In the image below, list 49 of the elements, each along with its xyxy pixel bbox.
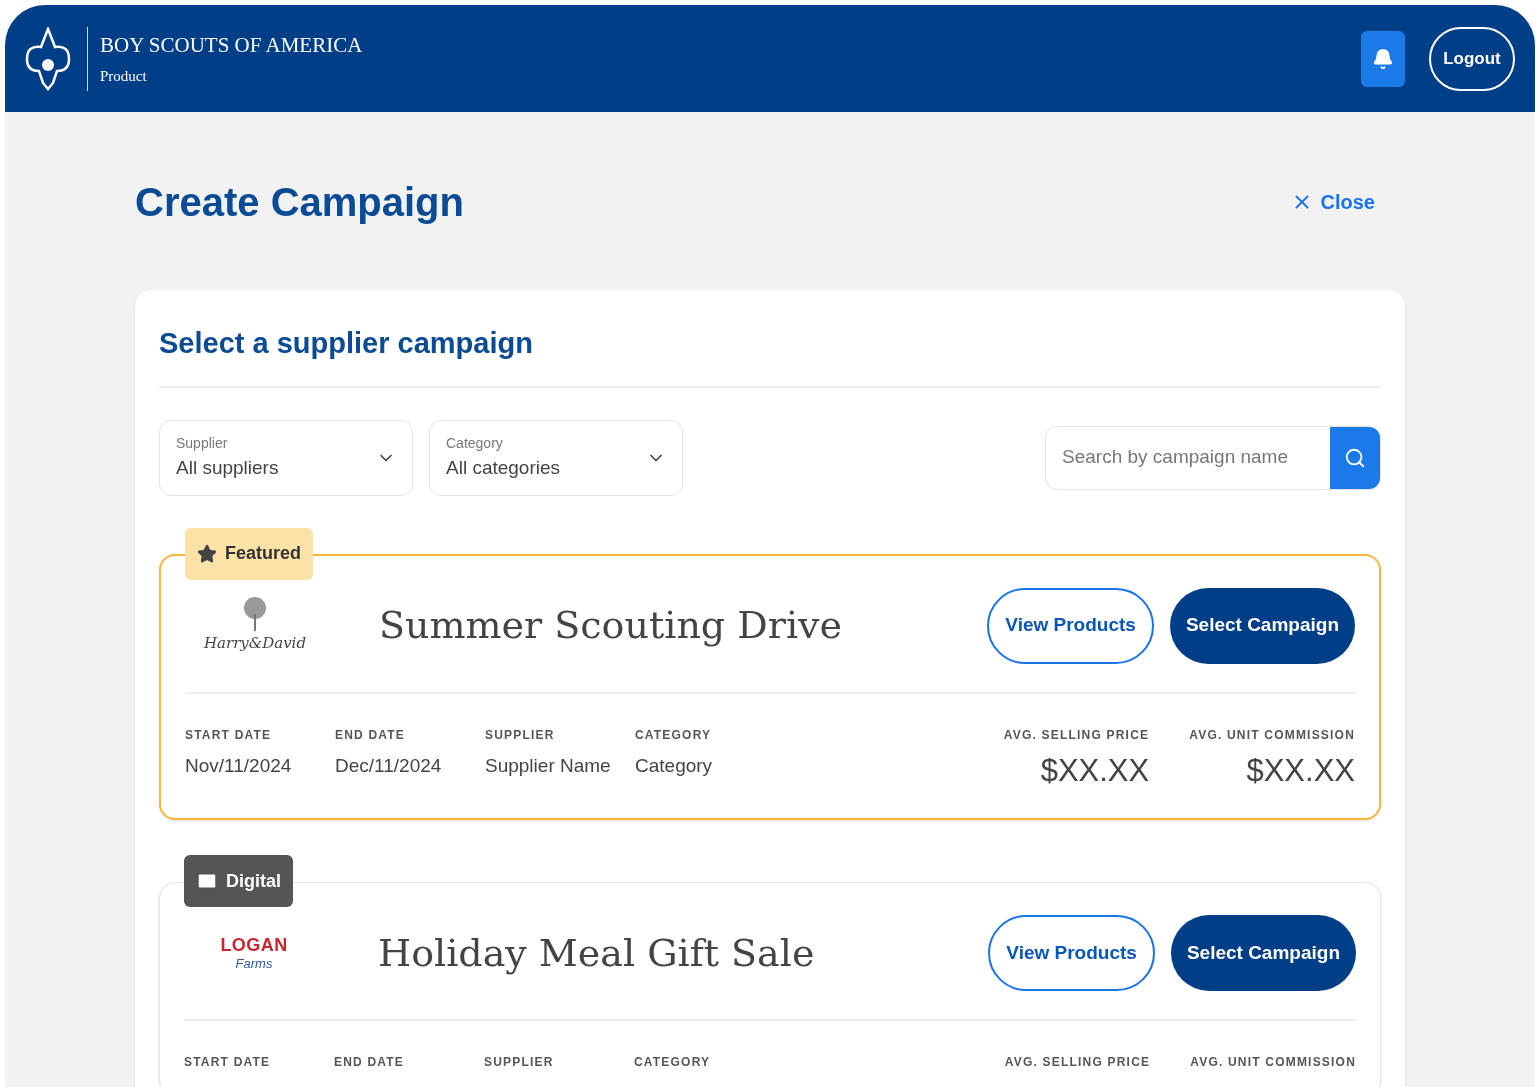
field-value: Category: [635, 753, 714, 778]
price-label: AVG. UNIT COMMISSION: [1189, 726, 1355, 744]
campaign-name: Summer Scouting Drive: [379, 602, 843, 649]
field-value: Nov/11/2024: [185, 753, 293, 778]
badge-label: Featured: [225, 542, 302, 565]
search-input[interactable]: Search by campaign name: [1046, 443, 1330, 472]
field-label: CATEGORY: [635, 726, 713, 744]
field-label: END DATE: [334, 1054, 406, 1071]
logo-text: LOGAN: [220, 933, 288, 957]
notification-button[interactable]: [1361, 30, 1405, 87]
dropdown-value: All suppliers: [176, 455, 279, 480]
star-icon: [197, 543, 217, 564]
close-button[interactable]: Close: [1290, 187, 1375, 217]
product-label: Product: [100, 67, 148, 86]
dropdown-label: Supplier: [176, 433, 229, 453]
price-value: $XX.XX: [1246, 751, 1355, 790]
price-label: AVG. SELLING PRICE: [1004, 1054, 1151, 1071]
filter-dropdown[interactable]: Category All categories: [429, 419, 683, 496]
field-label: START DATE: [185, 726, 273, 744]
fleur-de-lis-logo-icon: [25, 26, 71, 91]
dropdown-label: Category: [446, 433, 504, 453]
bell-icon: [1372, 47, 1394, 70]
field-label: END DATE: [335, 726, 407, 744]
price-value: $XX.XX: [1040, 751, 1150, 790]
price-label: AVG. SELLING PRICE: [1003, 726, 1150, 744]
field-value: Supplier Name: [485, 753, 612, 778]
logout-button[interactable]: Logout: [1429, 26, 1515, 91]
field-label: START DATE: [184, 1054, 272, 1071]
search-field[interactable]: Search by campaign name: [1045, 425, 1381, 490]
field-label: SUPPLIER: [484, 1054, 555, 1071]
price-label: AVG. UNIT COMMISSION: [1190, 1054, 1356, 1071]
brand-name: BOY SCOUTS OF AMERICA: [100, 31, 363, 59]
view-products-button[interactable]: View Products: [988, 915, 1155, 991]
view-products-button[interactable]: View Products: [987, 587, 1154, 664]
field-value: Dec/11/2024: [335, 753, 443, 778]
page-title: Create Campaign: [135, 179, 464, 226]
search-button[interactable]: [1330, 426, 1380, 489]
badge-label: Digital: [226, 869, 281, 893]
dropdown-value: All categories: [446, 455, 561, 480]
search-icon: [1344, 446, 1366, 469]
campaign-name: Holiday Meal Gift Sale: [378, 929, 816, 977]
logo-subtext: Farms: [235, 956, 273, 973]
field-label: SUPPLIER: [485, 726, 556, 744]
panel-title: Select a supplier campaign: [159, 322, 1381, 388]
field-label: CATEGORY: [634, 1054, 712, 1071]
select-campaign-button[interactable]: Select Campaign: [1169, 587, 1355, 664]
select-campaign-button[interactable]: Select Campaign: [1170, 915, 1356, 991]
filter-dropdown[interactable]: Supplier All suppliers: [159, 419, 413, 496]
logo-text: Harry&David: [203, 633, 306, 655]
